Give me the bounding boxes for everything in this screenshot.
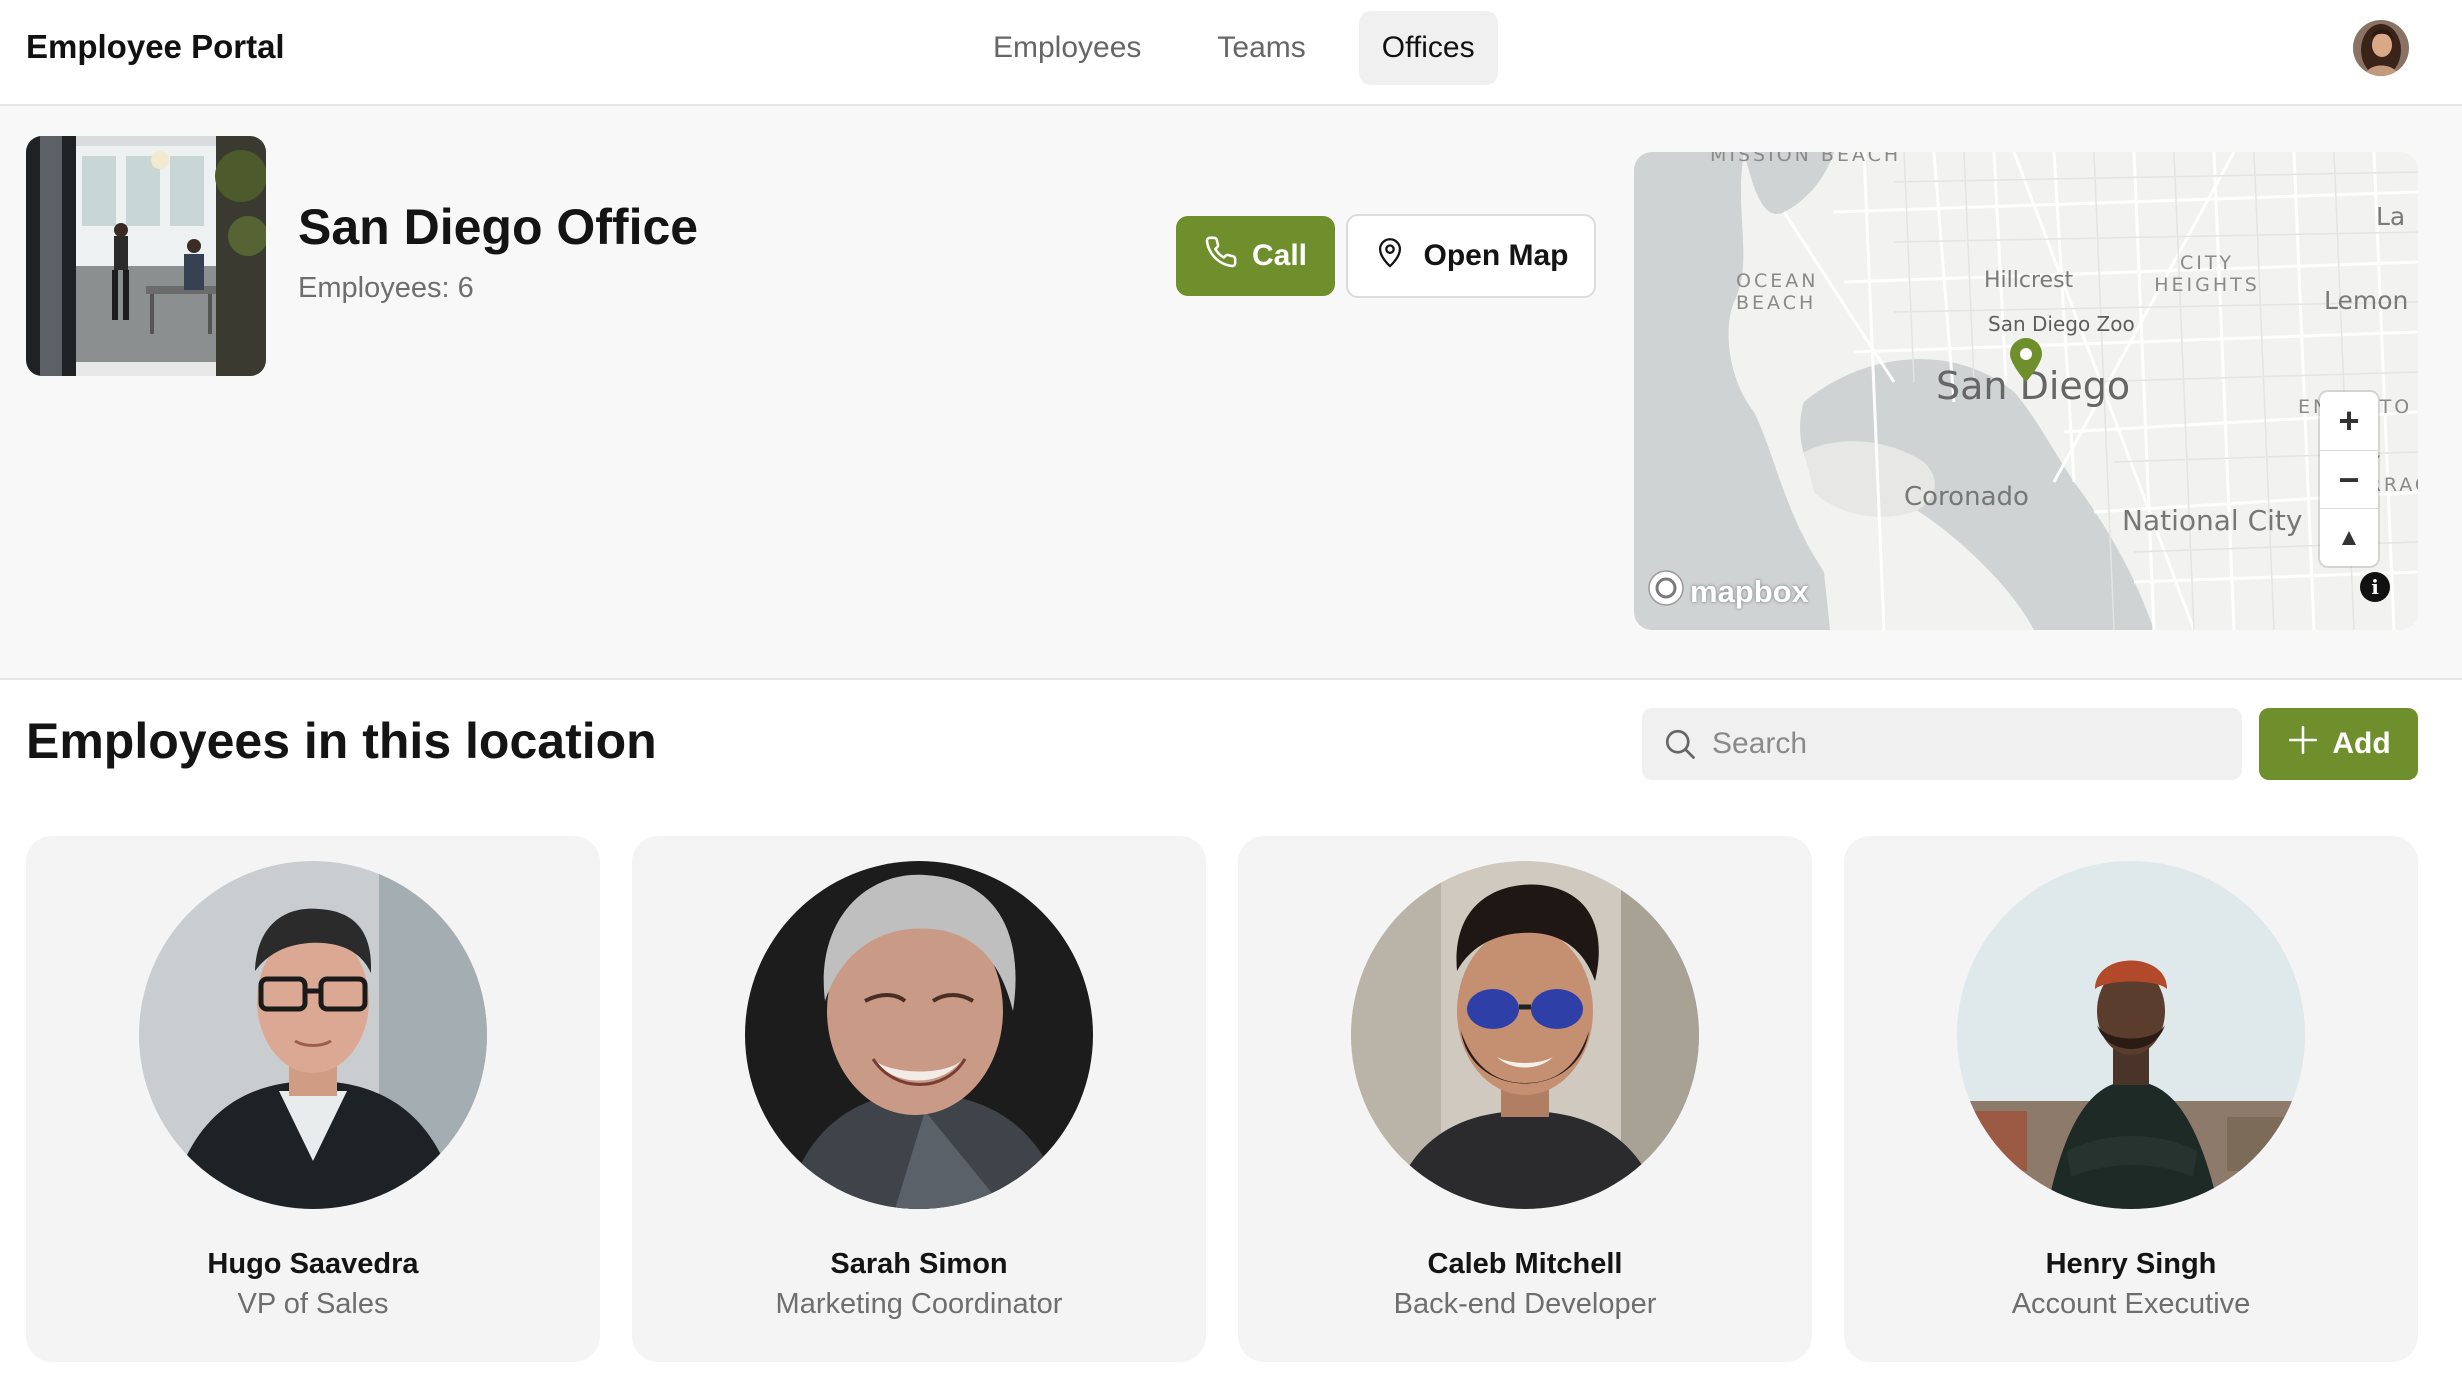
map-info-icon[interactable]: i [2360,572,2390,602]
add-employee-button[interactable]: Add [2259,708,2418,780]
map-label-mission-beach: MISSION BEACH [1710,152,1898,166]
map-label-ocean-beach: OCEAN BEACH [1736,270,1819,314]
open-map-button[interactable]: Open Map [1346,214,1596,298]
employee-card[interactable]: Henry Singh Account Executive [1844,836,2418,1362]
employee-name: Caleb Mitchell [1427,1248,1623,1280]
office-photo [26,136,266,376]
employee-card[interactable]: Hugo Saavedra VP of Sales [26,836,600,1362]
office-location-pin[interactable] [2006,336,2046,389]
office-details: San Diego Office Employees: 6 Call Open … [0,106,2462,680]
map-label-hillcrest: Hillcrest [1984,268,2074,293]
location-map[interactable]: MISSION BEACH OCEAN BEACH Hillcrest CITY… [1634,152,2418,630]
phone-icon [1204,235,1238,277]
compass-reset-button[interactable]: ▲ [2320,508,2378,566]
top-navigation-bar: Employee Portal Employees Teams Offices [0,0,2462,106]
plus-icon [2286,723,2320,765]
tab-employees[interactable]: Employees [970,11,1164,85]
tab-teams[interactable]: Teams [1194,11,1328,85]
app-title[interactable]: Employee Portal [26,28,285,66]
employee-photo [1351,861,1699,1209]
map-pin-icon [1373,235,1407,277]
tab-offices[interactable]: Offices [1358,11,1498,85]
call-button-label: Call [1251,239,1308,272]
employee-role: Marketing Coordinator [775,1288,1063,1320]
employee-role: Back-end Developer [1393,1288,1657,1320]
employee-photo [139,861,487,1209]
search-input[interactable] [1712,708,2222,780]
call-button[interactable]: Call [1176,216,1335,296]
user-avatar[interactable] [2353,20,2409,76]
employee-role: VP of Sales [237,1288,389,1320]
map-label-san-diego-zoo: San Diego Zoo [1988,312,2135,336]
map-label-la: La [2376,202,2406,231]
main-nav: Employees Teams Offices [970,11,1498,85]
mapbox-logo[interactable]: mapbox [1646,570,1809,614]
map-label-national-city: National City [2122,504,2303,537]
employee-name: Sarah Simon [830,1248,1008,1280]
employee-card[interactable]: Caleb Mitchell Back-end Developer [1238,836,1812,1362]
employee-photo [745,861,1093,1209]
map-label-coronado: Coronado [1904,482,2029,512]
employee-role: Account Executive [2011,1288,2251,1320]
map-label-city-heights: CITY HEIGHTS [2154,252,2260,296]
employee-count: Employees: 6 [298,272,474,304]
add-button-label: Add [2332,727,2391,760]
employee-search [1642,708,2242,780]
mapbox-logo-text: mapbox [1690,574,1809,609]
employee-name: Hugo Saavedra [207,1248,419,1280]
open-map-button-label: Open Map [1423,239,1569,272]
employee-photo [1957,861,2305,1209]
office-title: San Diego Office [298,199,699,255]
map-label-lemon: Lemon [2324,286,2409,315]
search-icon [1662,726,1698,767]
zoom-in-button[interactable]: + [2320,392,2378,450]
mapbox-icon [1646,568,1686,616]
employees-section-heading: Employees in this location [26,713,657,769]
employee-name: Henry Singh [2045,1248,2217,1280]
zoom-out-button[interactable]: − [2320,450,2378,508]
employee-card[interactable]: Sarah Simon Marketing Coordinator [632,836,1206,1362]
map-zoom-controls: + − ▲ [2320,392,2378,566]
